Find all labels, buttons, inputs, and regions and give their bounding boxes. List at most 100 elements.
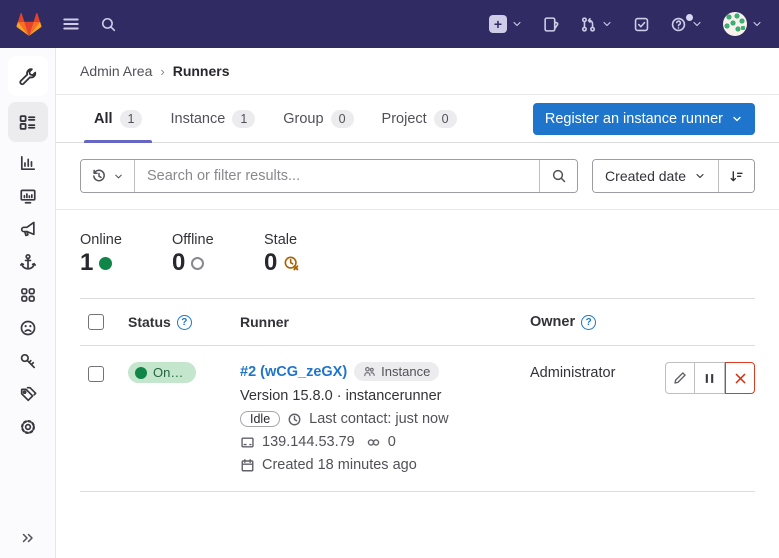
double-chevron-right-icon [20, 530, 36, 546]
hamburger-icon [62, 15, 80, 33]
sidebar-item-settings[interactable] [8, 410, 48, 443]
issues-button[interactable] [543, 16, 560, 33]
job-status-badge: Idle [240, 411, 280, 427]
table-header-row: Status ? Runner Owner ? [80, 298, 755, 346]
sort-by-label: Created date [605, 168, 686, 184]
tab-project[interactable]: Project 0 [368, 95, 471, 142]
applications-grid-icon [19, 286, 37, 304]
sidebar-collapse-button[interactable] [0, 530, 56, 546]
tab-instance[interactable]: Instance 1 [156, 95, 269, 142]
pencil-icon [673, 371, 687, 385]
issues-icon [543, 16, 560, 33]
sort-descending-icon [729, 169, 744, 184]
breadcrumb-admin-area[interactable]: Admin Area [80, 63, 152, 79]
sidebar-item-analytics[interactable] [8, 146, 48, 179]
sidebar-item-abuse-reports[interactable] [8, 311, 48, 344]
tab-count-badge: 0 [434, 110, 457, 128]
select-all-checkbox[interactable] [88, 314, 104, 330]
created-text: Created 18 minutes ago [262, 457, 417, 473]
history-icon [91, 168, 107, 184]
bar-chart-icon [19, 154, 37, 172]
help-menu-button[interactable] [670, 16, 703, 33]
tab-label: All [94, 111, 113, 127]
chevron-down-icon [751, 18, 763, 30]
sidebar-item-applications[interactable] [8, 278, 48, 311]
chevron-down-icon [113, 171, 124, 182]
search-icon [100, 16, 117, 33]
chevron-down-icon [601, 18, 613, 30]
users-icon [363, 365, 376, 378]
gear-icon [19, 418, 37, 436]
plus-icon: + [489, 15, 507, 33]
link-icon [366, 435, 381, 450]
sidebar-item-overview[interactable] [8, 102, 48, 142]
pause-icon [703, 372, 716, 385]
frown-face-icon [19, 319, 37, 337]
search-history-button[interactable] [81, 160, 135, 192]
sort-group: Created date [592, 159, 755, 193]
admin-sidebar [0, 48, 56, 558]
todos-button[interactable] [633, 16, 650, 33]
stat-offline: Offline 0 [172, 232, 234, 276]
row-checkbox[interactable] [88, 366, 104, 382]
sidebar-item-admin-area[interactable] [8, 56, 48, 96]
megaphone-icon [19, 220, 37, 238]
runner-tabs-row: All 1 Instance 1 Group 0 Project 0 Regis… [56, 95, 779, 143]
tab-label: Group [283, 111, 323, 127]
header-owner: Owner [530, 314, 575, 330]
gitlab-logo[interactable] [16, 12, 42, 37]
top-navbar: + [0, 0, 779, 48]
online-dot-icon [99, 257, 112, 270]
sidebar-item-labels[interactable] [8, 377, 48, 410]
stat-label: Online [80, 232, 142, 248]
edit-runner-button[interactable] [665, 362, 695, 394]
stat-value: 0 [172, 250, 185, 276]
tab-count-badge: 0 [331, 110, 354, 128]
offline-ring-icon [191, 257, 204, 270]
tab-all[interactable]: All 1 [80, 95, 156, 142]
runner-tabs: All 1 Instance 1 Group 0 Project 0 [80, 95, 471, 142]
global-search-button[interactable] [100, 16, 117, 33]
delete-runner-button[interactable] [725, 362, 755, 394]
sidebar-item-messages[interactable] [8, 212, 48, 245]
tab-count-badge: 1 [120, 110, 143, 128]
sidebar-item-hooks[interactable] [8, 245, 48, 278]
stat-online: Online 1 [80, 232, 142, 276]
sidebar-item-credentials[interactable] [8, 344, 48, 377]
header-status: Status [128, 314, 171, 330]
search-submit-button[interactable] [539, 160, 577, 192]
close-icon [734, 372, 747, 385]
breadcrumb: Admin Area › Runners [56, 48, 779, 95]
tab-label: Instance [170, 111, 225, 127]
runner-link[interactable]: #2 (wCG_zeGX) [240, 364, 347, 380]
stat-stale: Stale 0 [264, 232, 326, 276]
question-circle-icon [670, 16, 687, 33]
sort-direction-button[interactable] [718, 160, 754, 192]
search-bar [80, 159, 578, 193]
sidebar-toggle-button[interactable] [62, 15, 80, 33]
owner-help-icon[interactable]: ? [581, 315, 596, 330]
pause-runner-button[interactable] [695, 362, 725, 394]
tab-label: Project [382, 111, 427, 127]
status-help-icon[interactable]: ? [177, 315, 192, 330]
runner-type-label: Instance [381, 364, 430, 379]
breadcrumb-current: Runners [173, 63, 230, 79]
merge-requests-button[interactable] [580, 16, 613, 33]
computer-icon [240, 435, 255, 450]
labels-icon [19, 385, 37, 403]
table-row: Online #2 (wCG_zeGX) Instance [80, 346, 755, 492]
sidebar-item-monitoring[interactable] [8, 179, 48, 212]
user-menu-button[interactable] [723, 12, 763, 36]
status-badge: Online [128, 362, 196, 383]
wrench-icon [18, 67, 37, 86]
status-badge-label: Online [153, 365, 186, 380]
tab-group[interactable]: Group 0 [269, 95, 367, 142]
notification-dot [686, 14, 693, 21]
chevron-down-icon [731, 113, 743, 125]
new-menu-button[interactable]: + [489, 15, 523, 33]
search-input[interactable] [135, 160, 539, 192]
register-instance-runner-button[interactable]: Register an instance runner [533, 103, 755, 135]
stat-value: 0 [264, 250, 277, 276]
runner-version-line: Version 15.8.0 · instancerunner [240, 388, 530, 404]
sort-by-dropdown[interactable]: Created date [593, 160, 718, 192]
